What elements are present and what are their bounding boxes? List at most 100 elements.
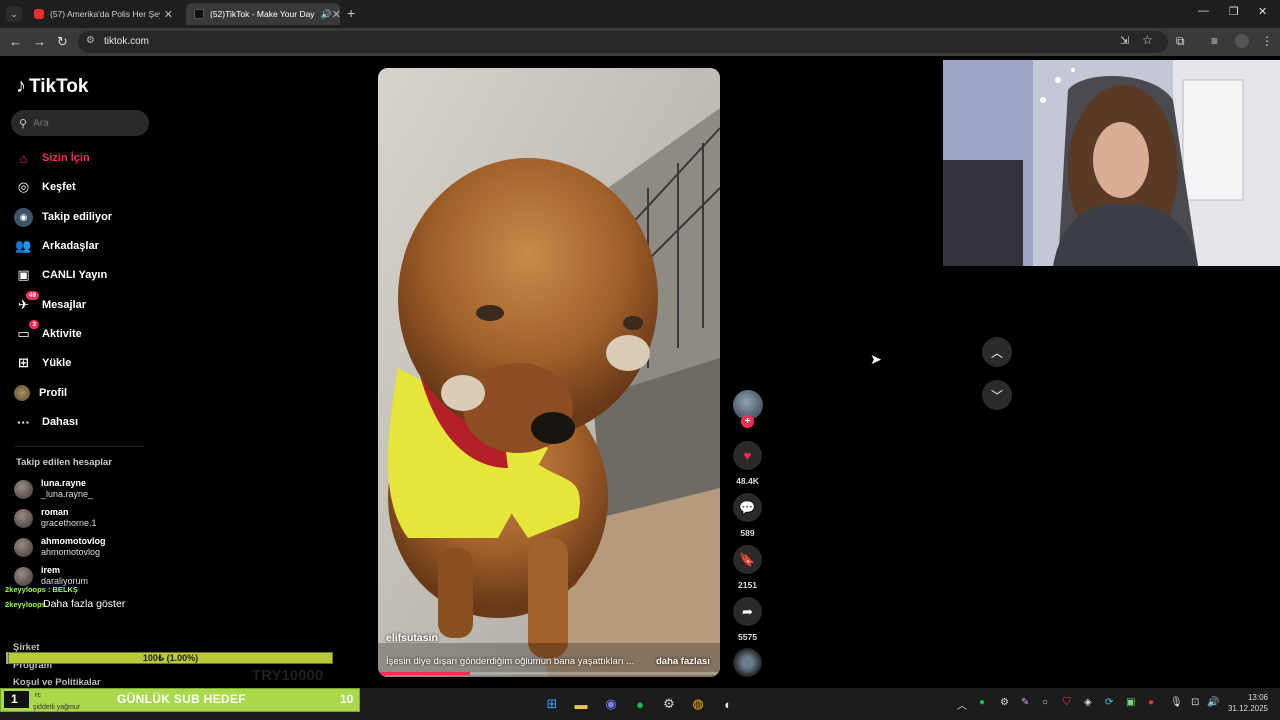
browser-tab-bar: ⌄ (57) Amerika'da Polis Her Şeyi Ç ✕ (52… [0,0,1280,28]
footer-policies-link[interactable]: Koşul ve Politikalar [13,677,101,688]
tray-shield-icon[interactable]: ⛉ [1063,697,1071,708]
following-icon: ◉ [14,207,33,227]
tray-circle-icon[interactable]: ○ [1042,697,1048,708]
messages-icon: ✈ 49 [14,290,39,315]
file-explorer-icon[interactable]: ▬ [571,694,591,714]
tray-app-icon[interactable]: ◈ [1084,697,1092,708]
tab-title: (52)TikTok - Make Your Day [210,9,315,19]
tray-steam-icon[interactable]: ⚙ [1000,697,1009,708]
extensions-icon[interactable]: ⧉ [1176,34,1185,49]
chevron-down-icon: ﹀ [990,388,1003,403]
sub-goal-current: 1 [4,691,29,708]
reload-icon[interactable]: ↻ [57,34,68,50]
nav-upload[interactable]: ⊞ Yükle [14,351,71,375]
close-icon[interactable]: ✕ [332,8,341,21]
activity-badge: 3 [29,319,39,329]
streamer-webcam [943,60,1280,266]
tab-title: (57) Amerika'da Polis Her Şeyi Ç [50,9,160,19]
video-player[interactable]: elifsutasin İşesin diye dışarı gönderdiğ… [378,68,720,677]
avatar [14,537,33,557]
sub-goal-label: rc [35,692,41,699]
tab-search-chevron-icon[interactable]: ⌄ [6,6,22,22]
new-tab-button[interactable]: + [347,5,355,21]
tray-sync-icon[interactable]: ⟳ [1105,697,1113,708]
nav-activity[interactable]: ▭ 3 Aktivite [14,319,82,346]
tray-mic-icon[interactable]: 🎙 [1170,697,1183,708]
profile-avatar[interactable] [1235,34,1249,48]
site-info-icon[interactable]: ⚙ [86,35,95,46]
tray-overflow-chevron-icon[interactable]: ︿ [957,697,967,712]
comment-button[interactable]: 💬 [733,493,762,522]
tray-volume-icon[interactable]: 🔊 [1207,697,1219,708]
account-name: irem [41,565,61,575]
menu-kebab-icon[interactable]: ⋮ [1261,34,1273,48]
steam-icon[interactable]: ⚙ [659,694,679,714]
messages-badge: 49 [25,290,39,300]
tray-nvidia-icon[interactable]: ▣ [1126,697,1135,708]
nav-label: Mesajlar [42,299,87,311]
chrome-icon[interactable]: ◍ [688,694,708,714]
caption-more-link[interactable]: daha fazlası [656,656,710,667]
restore-icon[interactable]: ❐ [1229,5,1239,18]
back-arrow-icon[interactable]: ← [9,34,22,49]
speaker-icon[interactable]: 🔊 [321,9,332,20]
forward-arrow-icon[interactable]: → [33,34,46,49]
friends-icon: 👥 [15,238,32,253]
account-item[interactable]: roman gracethorne.1 [14,507,97,529]
search-box[interactable]: ⚲ [11,110,149,136]
account-item[interactable]: luna.rayne _luna.rayne_ [14,478,93,500]
url-bar[interactable]: ⚙ tiktok.com ⇲ ☆ [78,31,1168,53]
close-icon[interactable]: ✕ [164,8,173,21]
nav-explore[interactable]: ◎ Keşfet [14,175,76,199]
nav-live[interactable]: ▣ CANLI Yayın [14,263,107,287]
tray-pen-icon[interactable]: ✎ [1021,697,1029,708]
show-more-accounts-link[interactable]: Daha fazla göster [43,598,125,610]
music-disc-icon[interactable] [733,648,762,677]
divider [14,446,144,447]
tab-tiktok[interactable]: (52)TikTok - Make Your Day 🔊 ✕ [186,3,341,25]
home-icon: ⌂ [19,150,28,166]
like-button[interactable]: ♥ [733,441,762,470]
media-control-icon[interactable]: ≡ [1211,34,1218,48]
nav-following[interactable]: ◉ Takip ediliyor [14,205,112,229]
nav-more[interactable]: ··· Dahası [14,410,78,434]
tiktok-logo[interactable]: ♪ TikTok [16,75,88,98]
obs-icon[interactable]: ◐ [718,694,738,714]
nav-label: Arkadaşlar [42,240,99,252]
like-count: 48.4K [736,476,759,486]
url-text[interactable]: tiktok.com [104,36,149,47]
video-author-username[interactable]: elifsutasin [386,632,438,644]
save-button[interactable]: 🔖 [733,545,762,574]
tab-youtube[interactable]: (57) Amerika'da Polis Her Şeyi Ç ✕ [26,3,181,25]
install-app-icon[interactable]: ⇲ [1120,34,1129,47]
donation-goal-bar: 100₺ (1.00%) [8,652,333,664]
tray-spotify-icon[interactable]: ● [979,697,985,708]
account-handle: _luna.rayne_ [41,489,94,499]
next-video-button[interactable]: ﹀ [982,380,1012,410]
nav-friends[interactable]: 👥 Arkadaşlar [14,234,99,258]
nav-messages[interactable]: ✈ 49 Mesajlar [14,290,87,317]
video-progress-fill [378,672,471,675]
tray-record-icon[interactable]: ● [1148,697,1154,708]
windows-start-icon[interactable]: ⊞ [542,694,562,714]
discord-icon[interactable]: ◉ [601,694,621,714]
search-input[interactable] [33,117,134,129]
minimize-icon[interactable]: — [1198,5,1209,17]
share-arrow-icon: ➦ [742,603,753,619]
stream-chat-line: 2keyyloops [5,600,46,609]
taskbar-clock[interactable]: 13:06 31.12.2025 [1224,692,1268,714]
close-window-icon[interactable]: ✕ [1258,5,1267,18]
bookmark-star-icon[interactable]: ☆ [1142,33,1153,47]
spotify-icon[interactable]: ● [630,694,650,714]
tray-network-icon[interactable]: ⊡ [1191,697,1199,708]
nav-profile[interactable]: Profil [14,381,67,405]
share-button[interactable]: ➦ [733,597,762,626]
account-name: ahmomotovlog [41,536,106,546]
avatar [14,566,33,586]
account-item[interactable]: ahmomotovlog ahmomotovlog [14,536,106,558]
previous-video-button[interactable]: ︿ [982,337,1012,367]
account-item[interactable]: irem daraliyorum [14,565,88,587]
nav-label: Takip ediliyor [42,211,113,223]
follow-plus-button[interactable]: + [741,415,754,428]
nav-for-you[interactable]: ⌂ Sizin İçin [14,146,90,170]
